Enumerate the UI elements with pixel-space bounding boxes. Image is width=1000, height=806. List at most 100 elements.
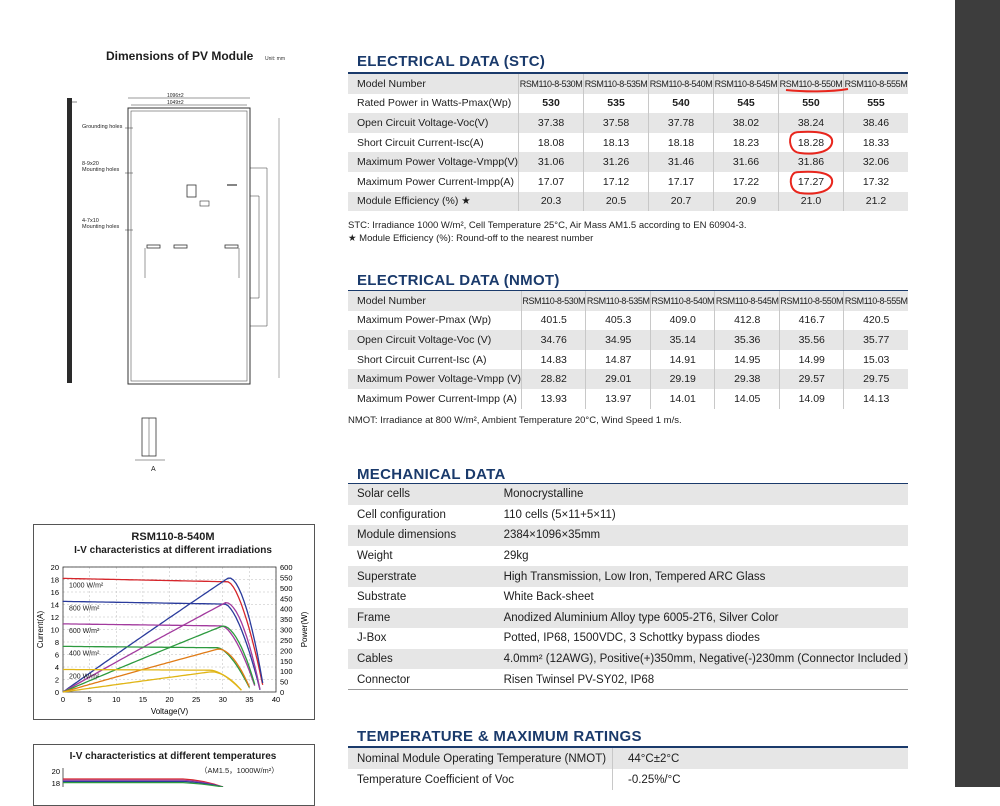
cell-value: 31.66 bbox=[713, 152, 779, 172]
cell-value: 29.01 bbox=[585, 369, 651, 389]
cell-value: 409.0 bbox=[650, 310, 716, 331]
y-tick-label: 16 bbox=[51, 588, 59, 597]
cell-value: 530 bbox=[518, 93, 585, 114]
cell-value: 20.3 bbox=[518, 191, 585, 212]
dimensions-title: Dimensions of PV Module bbox=[106, 49, 254, 63]
stc-table: Model Number RSM110-8-530M RSM110-8-535M… bbox=[348, 74, 908, 212]
y2-tick-label: 400 bbox=[280, 605, 293, 614]
temperature-title: TEMPERATURE & MAXIMUM RATINGS bbox=[357, 728, 642, 745]
cell-value: 18.18 bbox=[648, 132, 715, 153]
nmot-model: RSM110-8-530M bbox=[521, 291, 587, 311]
cell-value: 20.7 bbox=[648, 191, 715, 212]
x-tick-label: 0 bbox=[61, 695, 65, 704]
dim-outer-label: 1096±2 bbox=[167, 93, 184, 99]
x-tick-label: 15 bbox=[139, 695, 147, 704]
row-label: Module dimensions bbox=[348, 525, 494, 546]
stc-model: RSM110-8-545M bbox=[713, 74, 779, 94]
nmot-header-row: Model Number RSM110-8-530M RSM110-8-535M… bbox=[348, 291, 908, 311]
stc-header-label: Model Number bbox=[348, 74, 520, 94]
stc-model: RSM110-8-550M bbox=[778, 74, 844, 94]
row-label: Maximum Power Current-Impp(A) bbox=[348, 171, 520, 192]
x-tick-label: 25 bbox=[192, 695, 200, 704]
y-tick-label: 20 bbox=[52, 767, 60, 776]
cell-value: 18.08 bbox=[518, 132, 585, 153]
series-label: 200 W/m² bbox=[69, 674, 100, 681]
y-tick-label: 14 bbox=[51, 601, 59, 610]
cell-value: 38.46 bbox=[843, 113, 908, 133]
row-label: Maximum Power-Pmax (Wp) bbox=[348, 310, 522, 331]
y2-tick-label: 500 bbox=[280, 584, 293, 593]
cell-value: 13.93 bbox=[521, 388, 587, 409]
x-tick-label: 10 bbox=[112, 695, 120, 704]
y2-tick-label: 200 bbox=[280, 646, 293, 655]
y2-tick-label: 100 bbox=[280, 667, 293, 676]
cell-value: 35.56 bbox=[779, 330, 845, 350]
series-label: 800 W/m² bbox=[69, 605, 100, 612]
table-row: J-Box Potted, IP68, 1500VDC, 3 Schottky b… bbox=[348, 628, 908, 649]
iv-irradiance-chart: 024681012141618200 5 10 15 20 25 30 35 400501001… bbox=[36, 563, 309, 716]
cell-value: 15.03 bbox=[843, 349, 908, 370]
cell-value: 14.05 bbox=[714, 388, 780, 409]
cell-value: 29.57 bbox=[779, 369, 845, 389]
y2-tick-label: 600 bbox=[280, 563, 293, 572]
stc-model: RSM110-8-540M bbox=[648, 74, 715, 94]
dim-inner-label: 1049±2 bbox=[167, 100, 184, 106]
cell-value: 535 bbox=[583, 93, 650, 114]
table-row: Module Efficiency (%) ★ 20.3 20.5 20.7 2… bbox=[348, 191, 908, 212]
cell-value: 14.09 bbox=[779, 388, 845, 409]
y2-tick-label: 0 bbox=[280, 688, 284, 697]
cell-value: 37.78 bbox=[648, 113, 715, 133]
table-row: Solar cells Monocrystalline bbox=[348, 484, 908, 505]
row-label: J-Box bbox=[348, 628, 494, 649]
temperature-table: Nominal Module Operating Temperature (NM… bbox=[348, 748, 908, 790]
y2-tick-label: 450 bbox=[280, 594, 293, 603]
cell-value: 31.06 bbox=[518, 152, 585, 172]
cell-value: 412.8 bbox=[714, 310, 780, 331]
series-label: 400 W/m² bbox=[69, 650, 100, 657]
cell-value: 20.5 bbox=[583, 191, 650, 212]
mechanical-title: MECHANICAL DATA bbox=[357, 466, 506, 483]
row-label: Frame bbox=[348, 607, 494, 629]
row-value: High Transmission, Low Iron, Tempered AR… bbox=[493, 566, 908, 587]
cell-value: 17.12 bbox=[583, 171, 650, 192]
x-tick-label: 5 bbox=[88, 695, 92, 704]
row-label: Superstrate bbox=[348, 566, 494, 587]
cell-value: 540 bbox=[648, 93, 715, 114]
stc-note-1: STC: Irradiance 1000 W/m², Cell Temperat… bbox=[348, 220, 747, 231]
row-label: Open Circuit Voltage-Voc (V) bbox=[348, 330, 522, 350]
nmot-model: RSM110-8-540M bbox=[650, 291, 716, 311]
row-label: Open Circuit Voltage-Voc(V) bbox=[348, 113, 520, 133]
nmot-model: RSM110-8-545M bbox=[714, 291, 780, 311]
table-row: Maximum Power-Pmax (Wp) 401.5 405.3 409.… bbox=[348, 310, 908, 331]
x-tick-label: 35 bbox=[245, 695, 253, 704]
nmot-header-label: Model Number bbox=[348, 291, 522, 311]
cell-value: 17.22 bbox=[713, 171, 779, 192]
table-row: Module dimensions 2384×1096×35mm bbox=[348, 525, 908, 546]
cell-value: 31.86 bbox=[778, 152, 844, 172]
cell-value: 21.2 bbox=[843, 191, 908, 212]
y-tick-label: 4 bbox=[55, 663, 59, 672]
cell-value: 34.95 bbox=[585, 330, 651, 350]
cell-value: 17.17 bbox=[648, 171, 715, 192]
y2-tick-label: 150 bbox=[280, 657, 293, 666]
cell-value: 14.83 bbox=[521, 349, 587, 370]
y-tick-label: 20 bbox=[51, 563, 59, 572]
chart-model-title: RSM110-8-540M bbox=[131, 531, 215, 543]
x-axis-label: Voltage(V) bbox=[151, 707, 189, 716]
cell-value: 35.77 bbox=[843, 330, 908, 350]
row-label: Nominal Module Operating Temperature (NM… bbox=[348, 748, 613, 769]
table-row: Short Circuit Current-Isc(A) 18.08 18.13… bbox=[348, 132, 908, 153]
y2-tick-label: 300 bbox=[280, 626, 293, 635]
y-tick-label: 18 bbox=[52, 779, 60, 787]
row-value: White Back-sheet bbox=[493, 586, 908, 608]
cell-value: 20.9 bbox=[713, 191, 779, 212]
cell-value: 14.87 bbox=[585, 349, 651, 370]
module-dimension-drawing bbox=[67, 97, 280, 461]
table-row: Connector Risen Twinsel PV-SY02, IP68 bbox=[348, 669, 908, 690]
x-tick-label: 40 bbox=[272, 695, 280, 704]
right-sidebar bbox=[955, 0, 1000, 787]
row-value: 2384×1096×35mm bbox=[493, 525, 908, 546]
y-tick-label: 12 bbox=[51, 613, 59, 622]
row-label: Connector bbox=[348, 669, 494, 690]
table-row: Frame Anodized Aluminium Alloy type 6005-… bbox=[348, 607, 908, 629]
